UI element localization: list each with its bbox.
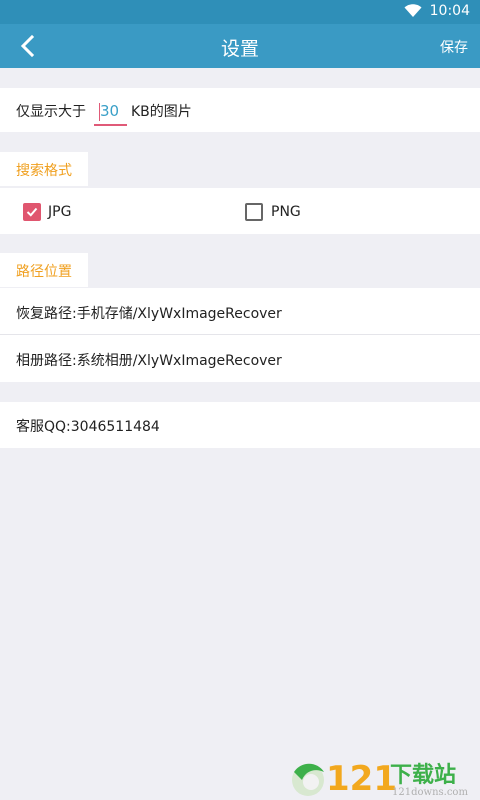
support-qq-text: 客服QQ:3046511484: [16, 419, 160, 435]
size-filter-suffix: KB的图片: [131, 104, 192, 120]
page-title: 设置: [220, 38, 259, 60]
app-bar: 设置 保存: [0, 24, 480, 68]
album-path-text: 相册路径:系统相册/XlyWxImageRecover: [16, 353, 282, 369]
format-section-label: 搜索格式: [0, 152, 88, 186]
size-filter-prefix: 仅显示大于: [16, 104, 86, 120]
wifi-icon: [404, 4, 422, 17]
png-checkbox[interactable]: [245, 203, 263, 221]
size-input[interactable]: 30: [94, 100, 127, 126]
support-row: 客服QQ:3046511484: [0, 402, 480, 448]
svg-text:下载站: 下载站: [390, 762, 456, 788]
status-time: 10:04: [429, 3, 470, 19]
format-options-row: JPG PNG: [0, 188, 480, 234]
watermark-logo: 121 下载站 121downs.com: [292, 759, 468, 799]
path-section-label: 路径位置: [0, 253, 88, 287]
svg-text:121: 121: [326, 759, 397, 799]
jpg-checkbox[interactable]: [23, 203, 41, 221]
path-card: 恢复路径:手机存储/XlyWxImageRecover 相册路径:系统相册/Xl…: [0, 288, 480, 382]
size-filter-row: 仅显示大于 30 KB的图片: [0, 88, 480, 132]
svg-text:121downs.com: 121downs.com: [392, 787, 468, 798]
png-label[interactable]: PNG: [271, 204, 301, 220]
jpg-label[interactable]: JPG: [48, 204, 71, 220]
status-bar: 10:04: [0, 0, 480, 24]
recover-path-text: 恢复路径:手机存储/XlyWxImageRecover: [16, 306, 282, 322]
size-input-value: 30: [100, 102, 120, 120]
save-button[interactable]: 保存: [440, 37, 468, 57]
check-icon: [26, 207, 38, 217]
divider: [0, 334, 480, 335]
